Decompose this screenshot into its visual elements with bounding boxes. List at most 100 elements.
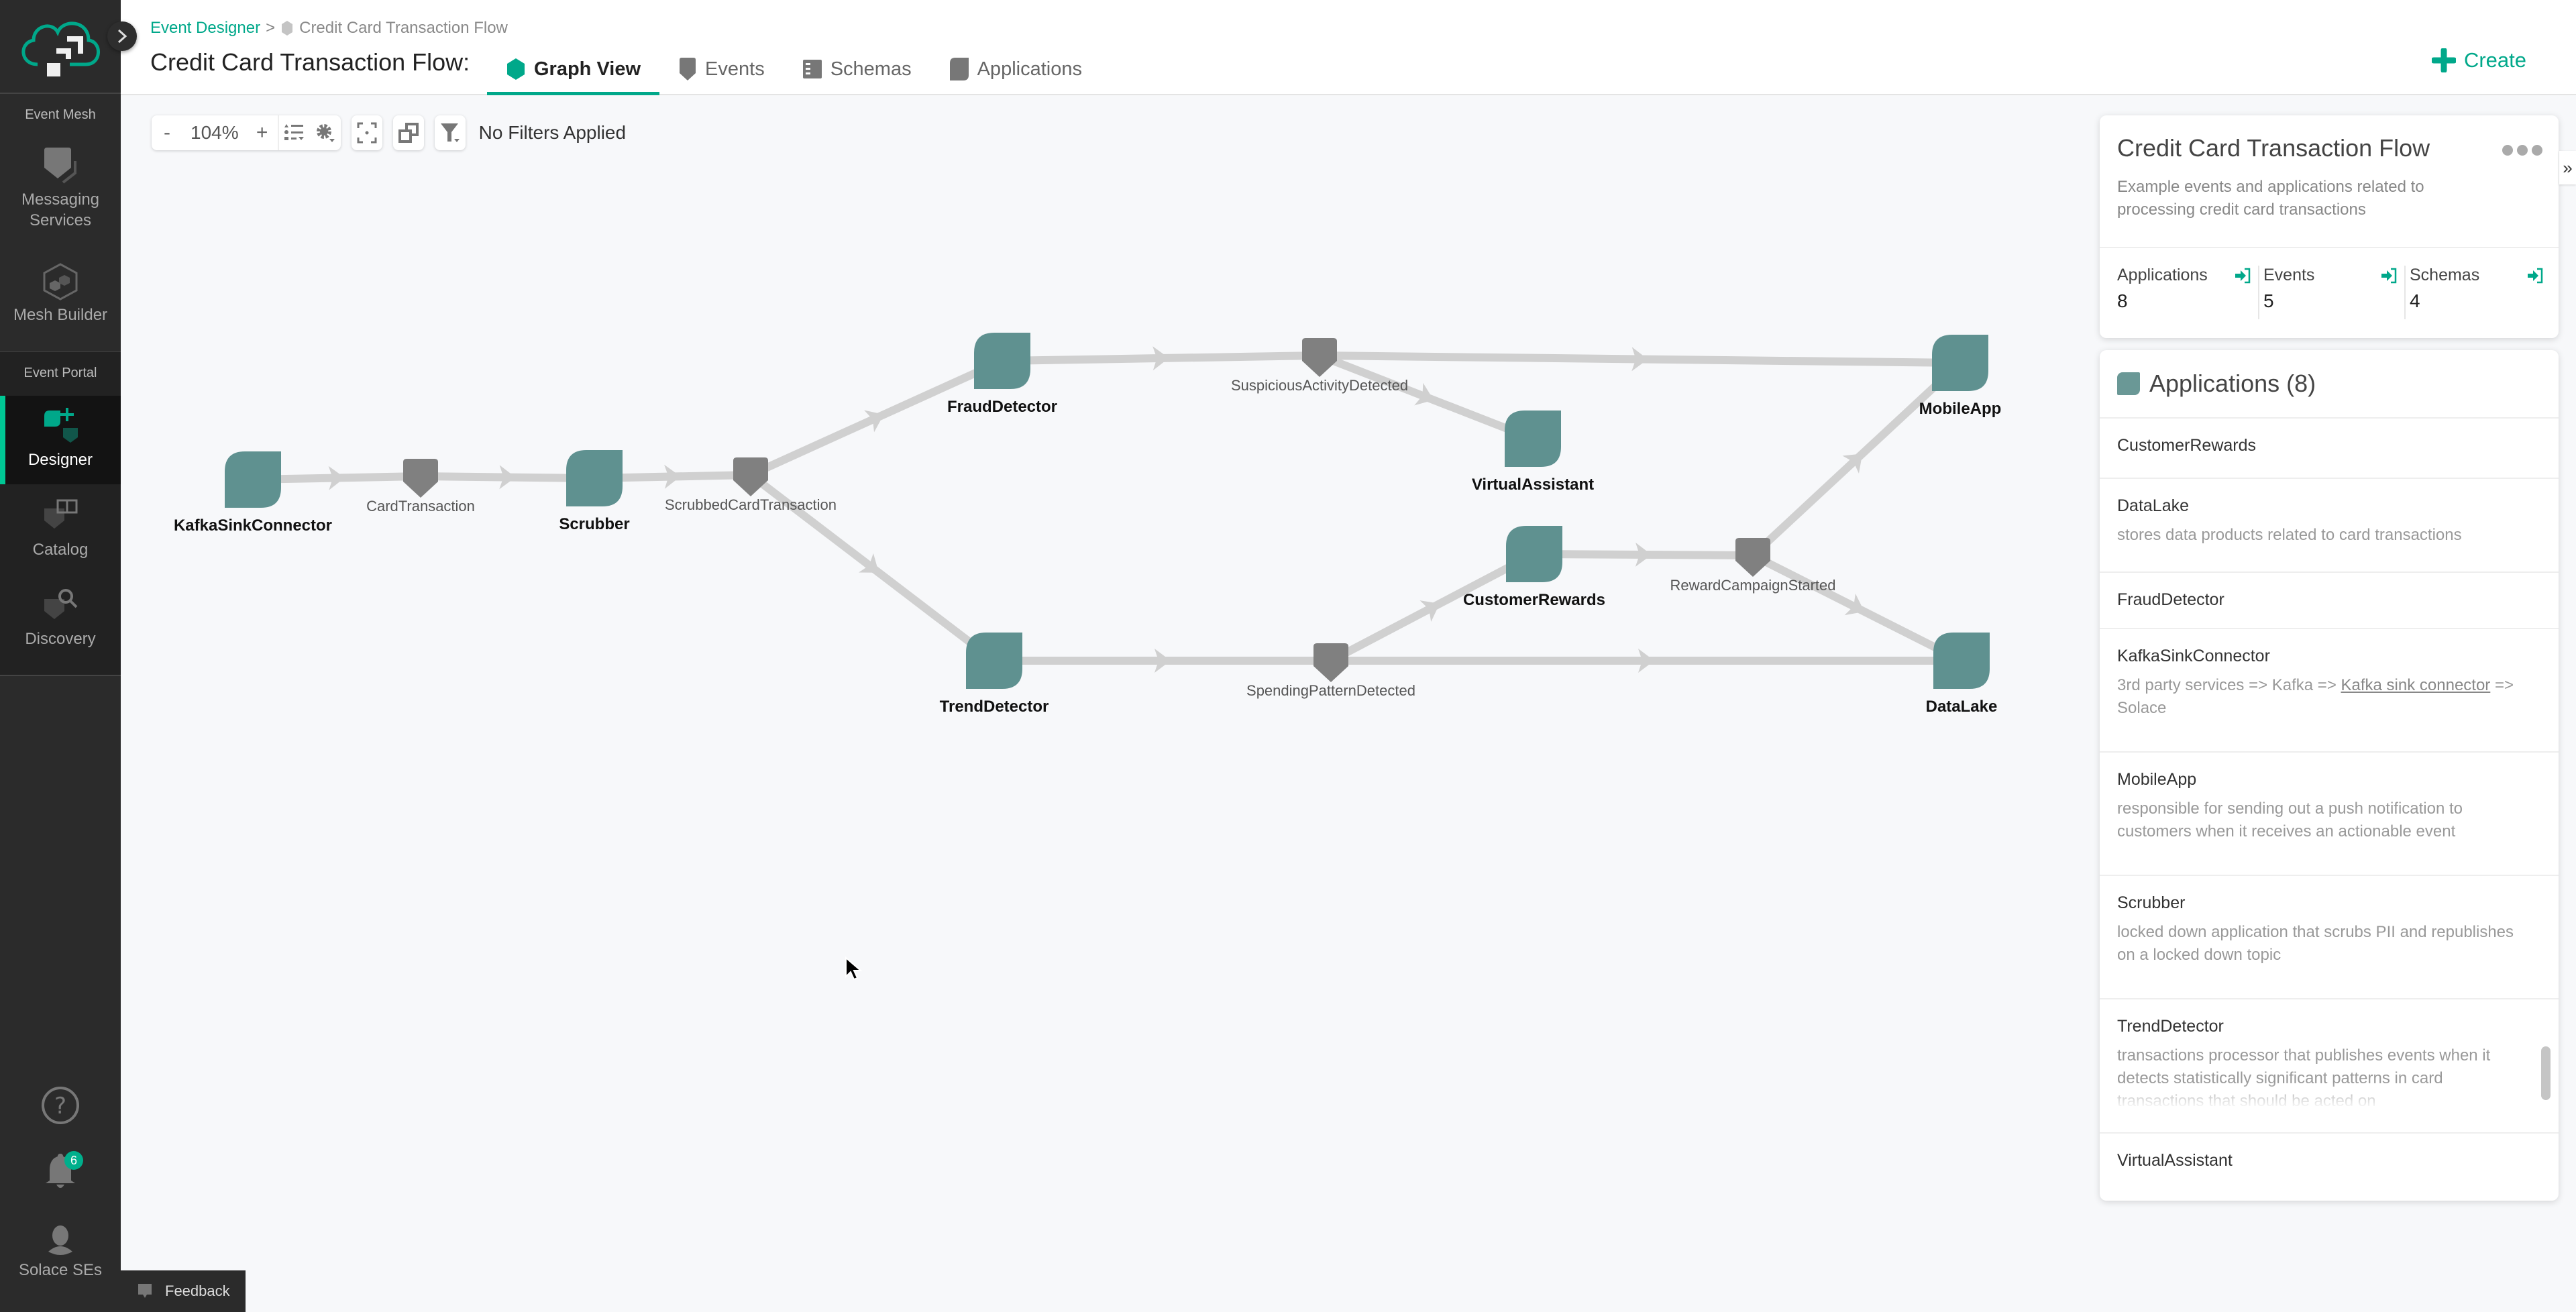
mesh-builder-icon — [43, 263, 78, 300]
application-name: CustomerRewards — [2117, 436, 2257, 455]
application-node[interactable]: CustomerRewards — [1463, 526, 1605, 609]
event-node[interactable]: ScrubbedCardTransaction — [665, 457, 837, 513]
application-node[interactable]: MobileApp — [1919, 335, 2002, 418]
graph-edge[interactable] — [749, 357, 1004, 479]
more-options-icon[interactable] — [2502, 145, 2542, 156]
legend-button[interactable] — [279, 115, 310, 150]
flow-description: Example events and applications related … — [2117, 178, 2424, 219]
nav-expand-button[interactable] — [107, 21, 137, 51]
divider — [2100, 247, 2559, 248]
event-node-label: RewardCampaignStarted — [1670, 577, 1835, 594]
application-node[interactable]: DataLake — [1926, 633, 1998, 716]
event-node-label: CardTransaction — [366, 498, 475, 514]
event-node[interactable]: RewardCampaignStarted — [1670, 538, 1836, 594]
application-list-item[interactable]: Scrubber locked down application that sc… — [2100, 876, 2559, 999]
zoom-in-button[interactable]: + — [247, 115, 278, 150]
help-button[interactable]: ? — [0, 1085, 121, 1126]
applications-list-card: Applications (8) CustomerRewards DataLak… — [2100, 350, 2559, 1201]
application-name: Scrubber — [2117, 893, 2186, 912]
navigate-to-icon[interactable] — [2526, 267, 2544, 284]
overlapping-windows-icon — [398, 123, 419, 143]
graph-canvas[interactable]: KafkaSinkConnector Scrubber FraudDetector V… — [121, 95, 2093, 1312]
application-node[interactable]: TrendDetector — [940, 633, 1049, 716]
tab-applications[interactable]: Applications — [930, 43, 1101, 95]
tab-label: Graph View — [534, 58, 641, 80]
nav-item-messaging-services[interactable]: Messaging Services — [0, 148, 121, 248]
collapse-panel-button[interactable]: » — [2559, 151, 2576, 184]
application-list-item[interactable]: DataLake stores data products related to… — [2100, 479, 2559, 573]
breadcrumb-event-designer[interactable]: Event Designer — [150, 19, 260, 38]
event-node[interactable]: SpendingPatternDetected — [1246, 643, 1415, 699]
nav-item-designer[interactable]: Designer — [0, 396, 121, 484]
nav-item-catalog[interactable]: Catalog — [0, 498, 121, 571]
nav-item-label: Messaging — [21, 190, 100, 209]
fit-to-screen-icon-wrap — [352, 115, 382, 150]
application-list-item[interactable]: CustomerRewards — [2100, 419, 2559, 479]
tab-graph-view[interactable]: Graph View — [487, 43, 660, 95]
graph-edge[interactable] — [1318, 351, 1535, 443]
stat-value: 4 — [2410, 290, 2420, 311]
application-node-icon — [1505, 411, 1561, 467]
graph-edge[interactable] — [994, 649, 1331, 673]
filter-status: No Filters Applied — [478, 122, 627, 143]
event-node[interactable]: SuspiciousActivityDetected — [1231, 338, 1408, 394]
application-node-icon — [966, 633, 1022, 689]
navigate-to-icon[interactable] — [2234, 267, 2251, 284]
description-scrollbar[interactable] — [2541, 1046, 2551, 1100]
feedback-button[interactable]: Feedback — [121, 1270, 246, 1312]
filter-button[interactable] — [434, 115, 466, 150]
graph-edge[interactable] — [1319, 347, 1961, 372]
flow-title: Credit Card Transaction Flow — [2117, 134, 2430, 162]
tab-events[interactable]: Events — [659, 43, 784, 95]
application-list-item[interactable]: FraudDetector — [2100, 573, 2559, 629]
user-menu[interactable]: Solace SEs — [0, 1225, 121, 1292]
application-list-item[interactable]: VirtualAssistant — [2100, 1134, 2559, 1194]
fit-to-screen-icon — [357, 122, 377, 144]
nav-item-mesh-builder[interactable]: Mesh Builder — [0, 263, 121, 330]
tab-label: Applications — [977, 58, 1082, 80]
application-node-label: VirtualAssistant — [1472, 476, 1594, 494]
graph-edge[interactable] — [1750, 360, 1964, 559]
create-button[interactable]: Create — [2431, 48, 2526, 72]
application-description: 3rd party services => Kafka => Kafka sin… — [2117, 674, 2533, 720]
nav-item-discovery[interactable]: Discovery — [0, 587, 121, 661]
navigate-to-icon[interactable] — [2380, 267, 2398, 284]
application-list-item[interactable]: KafkaSinkConnector 3rd party services =>… — [2100, 629, 2559, 753]
tab-label: Schemas — [830, 58, 912, 80]
cloud-logo-icon — [21, 21, 100, 76]
application-list-item[interactable]: MobileApp responsible for sending out a … — [2100, 753, 2559, 876]
gear-icon — [316, 124, 335, 142]
stat-applications: Applications 8 — [2117, 266, 2258, 319]
nav-item-label: Services — [29, 211, 92, 229]
feedback-label: Feedback — [165, 1282, 230, 1299]
graph-edge[interactable] — [1331, 649, 1962, 673]
tab-schemas[interactable]: Schemas — [784, 43, 930, 95]
breadcrumb-separator: > — [266, 19, 276, 37]
event-node-icon — [1302, 338, 1337, 377]
fit-to-screen-button[interactable] — [351, 115, 382, 150]
filter-icon-wrap — [435, 115, 466, 150]
application-node[interactable]: Scrubber — [559, 450, 630, 533]
notifications-button[interactable]: 6 — [0, 1151, 121, 1195]
graph-svg: KafkaSinkConnector Scrubber FraudDetector V… — [174, 333, 2002, 716]
nav-item-label: Catalog — [32, 541, 89, 559]
event-node[interactable]: CardTransaction — [366, 459, 475, 514]
graph-view-icon — [507, 58, 525, 80]
overview-button[interactable] — [392, 115, 424, 150]
application-description: responsible for sending out a push notif… — [2117, 800, 2463, 840]
user-icon — [48, 1225, 72, 1255]
catalog-icon — [44, 499, 78, 529]
hexagon-icon — [282, 21, 293, 36]
application-list-item[interactable]: TrendDetector transactions processor tha… — [2100, 999, 2559, 1134]
solace-logo[interactable] — [0, 0, 121, 94]
left-nav: Event Mesh Messaging Services Mesh Build… — [0, 0, 137, 1312]
graph-edge[interactable] — [1002, 346, 1320, 371]
graph-settings-button[interactable] — [310, 115, 341, 150]
application-node[interactable]: KafkaSinkConnector — [174, 451, 332, 535]
discovery-icon — [44, 589, 78, 619]
kafka-sink-connector-link[interactable]: Kafka sink connector — [2341, 676, 2491, 694]
graph-edge[interactable] — [1534, 542, 1754, 567]
graph-edge[interactable] — [1751, 551, 1964, 665]
zoom-out-button[interactable]: - — [152, 115, 182, 150]
overview-icon-wrap — [393, 115, 424, 150]
